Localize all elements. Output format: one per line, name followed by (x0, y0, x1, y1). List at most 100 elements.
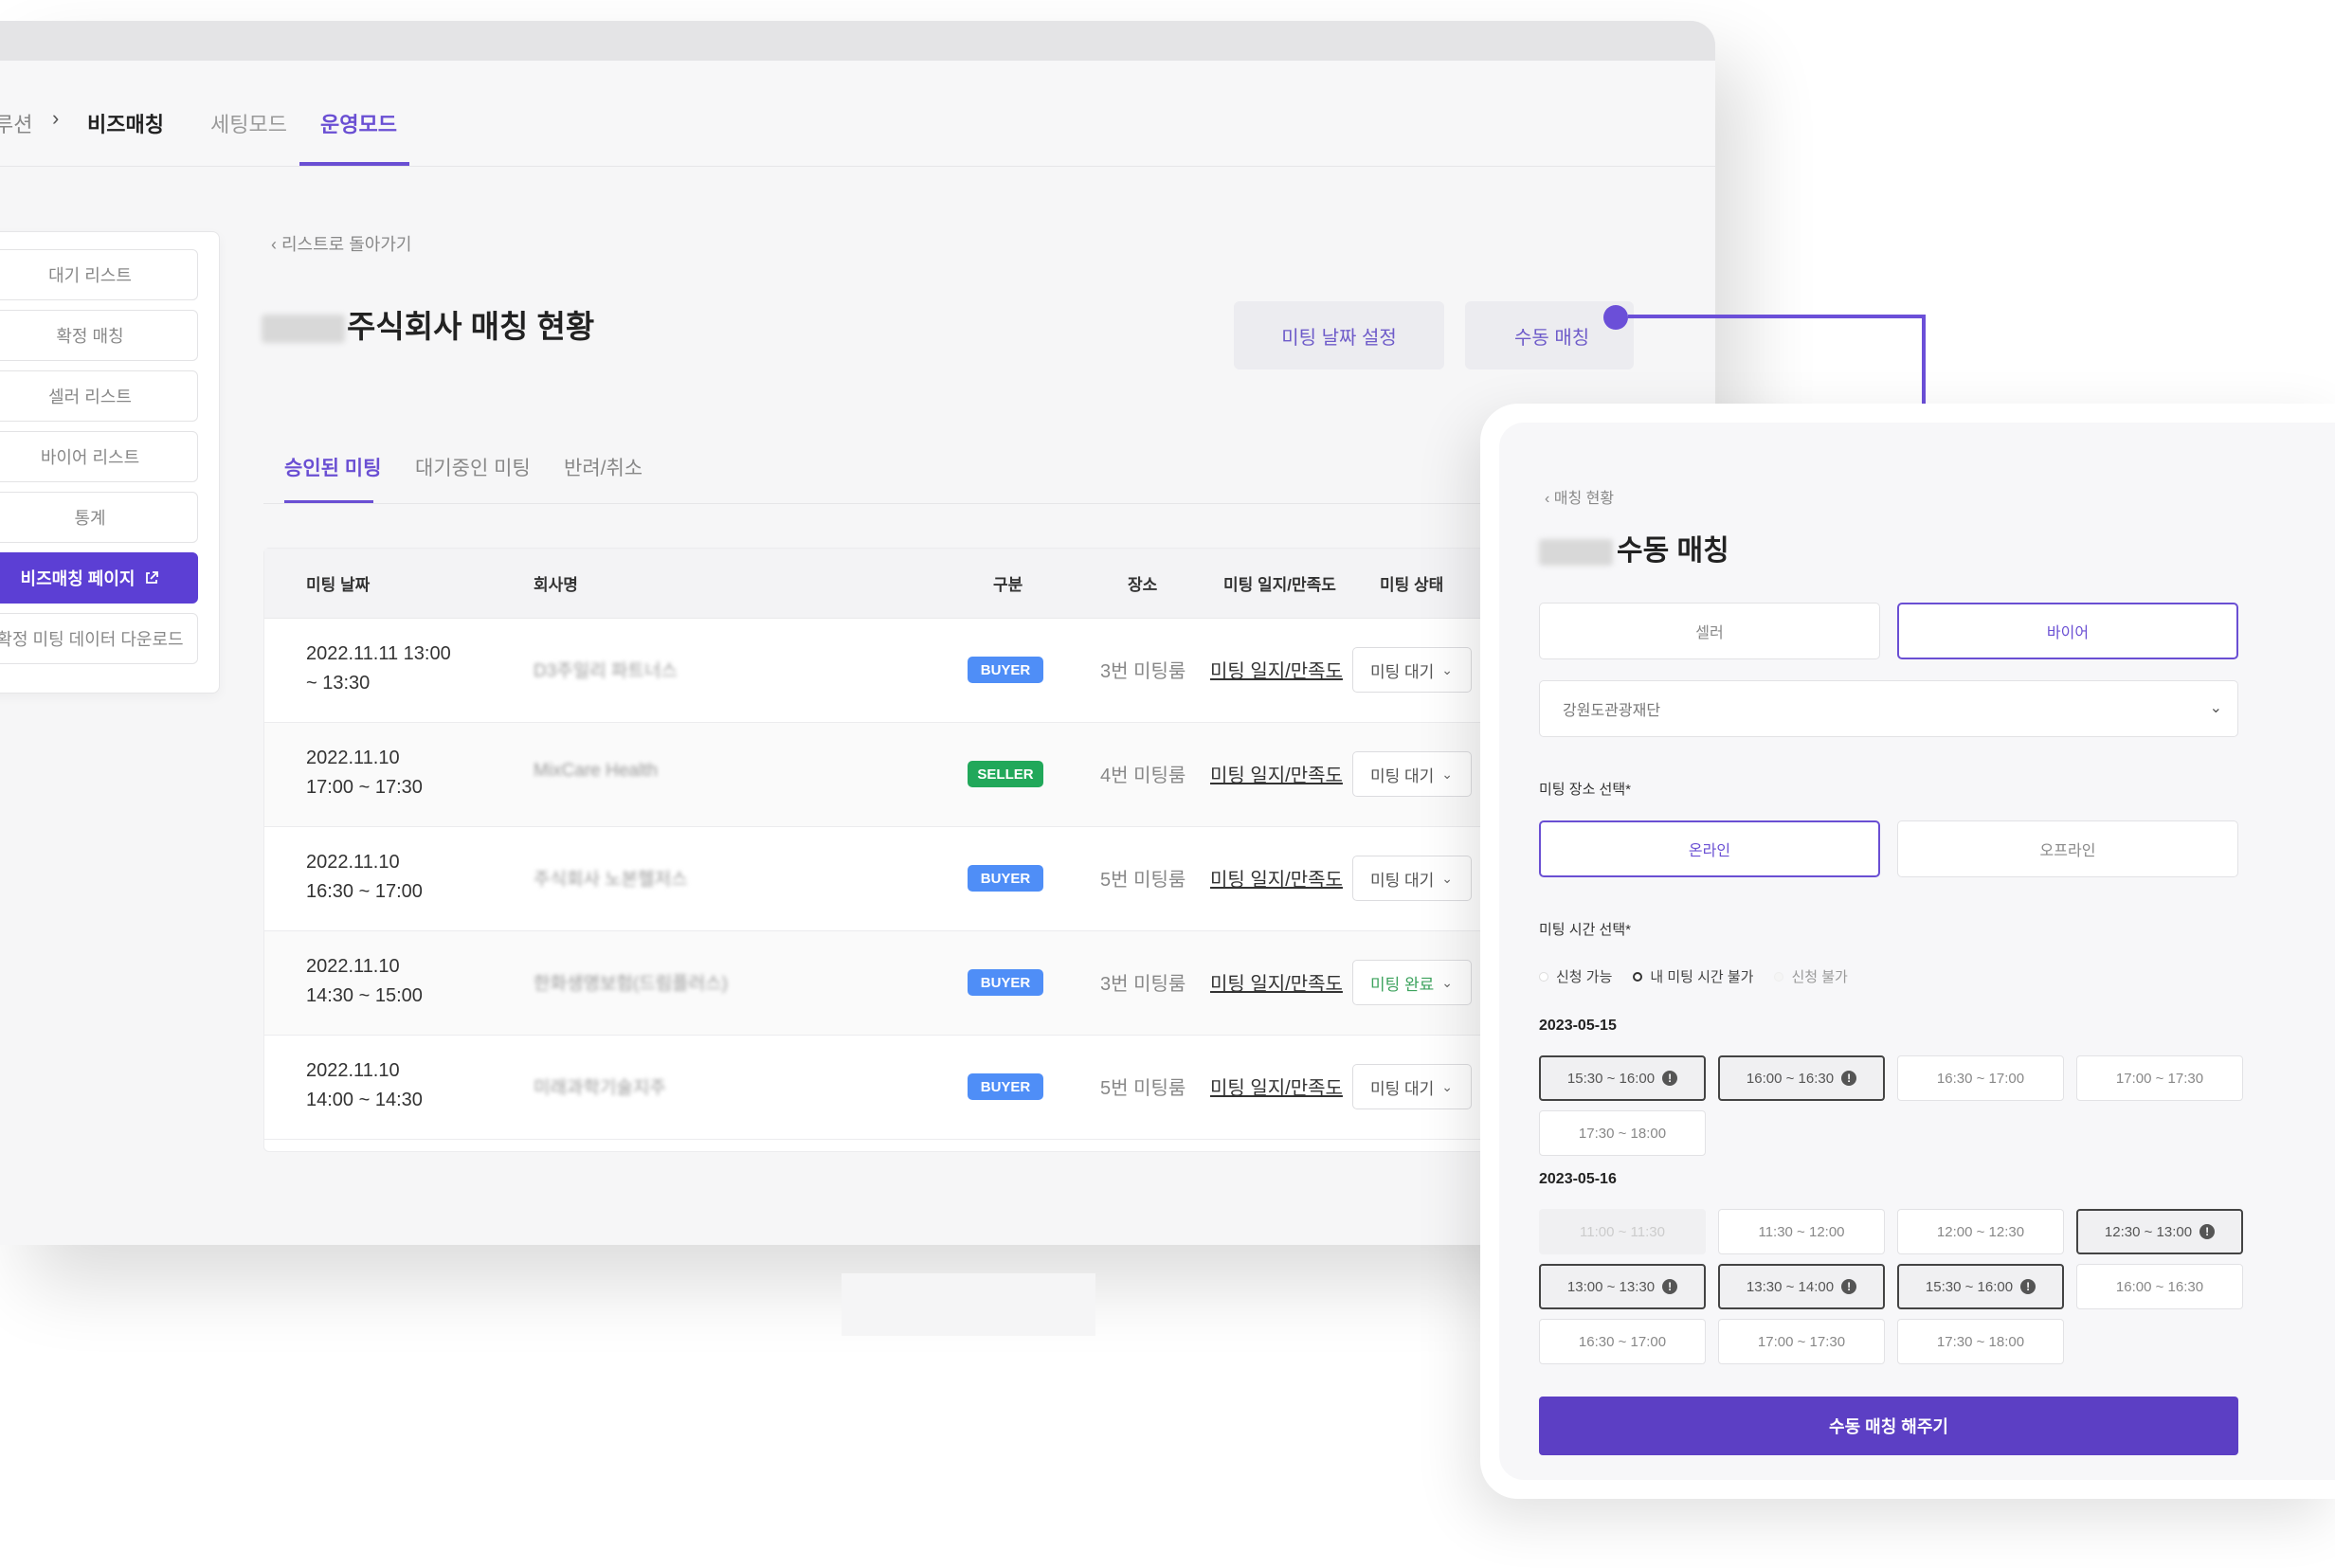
time-slot[interactable]: 16:30 ~ 17:00 (1897, 1055, 2064, 1101)
status-dropdown[interactable]: 미팅 대기 ⌄ (1352, 1064, 1472, 1109)
time-slot[interactable]: 16:30 ~ 17:00 (1539, 1319, 1706, 1364)
cell-date: 2022.11.10 14:30 ~ 15:00 (306, 956, 423, 1006)
meeting-date-setting-button[interactable]: 미팅 날짜 설정 (1234, 301, 1444, 369)
meeting-table: 미팅 날짜 회사명 구분 장소 미팅 일지/만족도 미팅 상태 2022.11.… (263, 548, 1609, 1152)
legend-available-label: 신청 가능 (1556, 969, 1613, 985)
legend-unavailable: 신청 불가 (1774, 966, 1848, 986)
top-navigation: 루션 › 비즈매칭 세팅모드 운영모드 (0, 61, 1715, 167)
active-tab-underline (299, 162, 409, 166)
organization-select[interactable]: 강원도관광재단 ⌄ (1539, 680, 2238, 737)
back-to-list-link[interactable]: ‹ 리스트로 돌아가기 (271, 231, 411, 256)
callout-dot (1603, 305, 1628, 330)
time-slot[interactable]: 16:00 ~ 16:30! (1718, 1055, 1885, 1101)
back-to-match-status-link[interactable]: ‹ 매칭 현황 (1545, 485, 1614, 508)
legend-available: 신청 가능 (1539, 966, 1612, 986)
time-slot[interactable]: 15:30 ~ 16:00! (1539, 1055, 1706, 1101)
seller-toggle[interactable]: 셀러 (1539, 603, 1880, 659)
chevron-down-icon: ⌄ (1441, 1078, 1454, 1094)
panel-title-text: 수동 매칭 (1617, 535, 1729, 567)
tab-pending-meetings[interactable]: 대기중인 미팅 (415, 453, 531, 481)
cell-date: 2022.11.10 17:00 ~ 17:30 (306, 748, 423, 798)
col-header-company: 회사명 (534, 576, 578, 594)
sidebar-item-waiting-list[interactable]: 대기 리스트 (0, 249, 198, 300)
time-slot[interactable]: 12:00 ~ 12:30 (1897, 1209, 2064, 1254)
date-heading-2: 2023-05-16 (1539, 1171, 1617, 1187)
status-dropdown[interactable]: 미팅 완료 ⌄ (1352, 960, 1472, 1005)
time-slot[interactable]: 17:00 ~ 17:30 (1718, 1319, 1885, 1364)
sidebar-item-seller-list[interactable]: 셀러 리스트 (0, 370, 198, 422)
info-icon: ! (1841, 1279, 1857, 1294)
legend-unavailable-label: 신청 불가 (1791, 969, 1848, 985)
page-title: 주식회사 매칭 현황 (262, 301, 594, 347)
time-slot-label: 15:30 ~ 16:00 (1925, 1278, 2014, 1295)
biz-page-button[interactable]: 비즈매칭 페이지 (0, 552, 198, 604)
type-badge: BUYER (968, 969, 1043, 996)
time-slot[interactable]: 17:00 ~ 17:30 (2076, 1055, 2243, 1101)
time-slot-label: 11:00 ~ 11:30 (1580, 1223, 1665, 1240)
offline-toggle[interactable]: 오프라인 (1897, 820, 2238, 877)
available-dot-icon (1539, 971, 1548, 982)
time-slot[interactable]: 12:30 ~ 13:00! (2076, 1209, 2243, 1254)
time-slot[interactable]: 17:30 ~ 18:00 (1539, 1110, 1706, 1156)
type-badge: BUYER (968, 865, 1043, 892)
breadcrumb-previous[interactable]: 루션 (0, 108, 32, 138)
time-slot[interactable]: 11:30 ~ 12:00 (1718, 1209, 1885, 1254)
type-badge: BUYER (968, 1073, 1043, 1100)
status-dropdown[interactable]: 미팅 대기 ⌄ (1352, 856, 1472, 901)
meeting-log-link[interactable]: 미팅 일지/만족도 (1210, 1072, 1343, 1100)
meeting-log-link[interactable]: 미팅 일지/만족도 (1210, 656, 1343, 683)
biz-page-label: 비즈매칭 페이지 (20, 569, 136, 588)
table-row: 2022.11.11 13:00 ~ 13:30 D3주일리 파트너스 BUYER 3… (264, 619, 1608, 723)
meeting-place-label: 미팅 장소 선택* (1539, 782, 1631, 798)
col-header-log: 미팅 일지/만족도 (1223, 576, 1336, 594)
info-icon: ! (2020, 1279, 2036, 1294)
buyer-toggle[interactable]: 바이어 (1897, 603, 2238, 659)
cell-room: 3번 미팅룸 (1100, 974, 1186, 995)
callout-line (1628, 315, 1926, 318)
cell-company: 한화생명보험(드림플러스) (534, 974, 728, 994)
download-confirmed-data-button[interactable]: 확정 미팅 데이터 다운로드 (0, 613, 198, 664)
sidebar-item-confirmed-match[interactable]: 확정 매칭 (0, 310, 198, 361)
meeting-log-link[interactable]: 미팅 일지/만족도 (1210, 864, 1343, 892)
tabs-divider (263, 503, 1609, 504)
time-slot-label: 17:00 ~ 17:30 (1757, 1333, 1846, 1350)
time-slot-label: 16:30 ~ 17:00 (1578, 1333, 1667, 1350)
my-unavailable-dot-icon (1633, 971, 1643, 982)
status-value: 미팅 대기 (1370, 871, 1435, 890)
info-icon: ! (1841, 1071, 1857, 1086)
cell-date: 2022.11.10 14:00 ~ 14:30 (306, 1060, 423, 1110)
sidebar-item-buyer-list[interactable]: 바이어 리스트 (0, 431, 198, 482)
cell-room: 3번 미팅룸 (1100, 661, 1186, 682)
time-slot[interactable]: 15:30 ~ 16:00! (1897, 1264, 2064, 1309)
legend-my-unavailable-label: 내 미팅 시간 불가 (1650, 969, 1754, 985)
tab-rejected-cancelled[interactable]: 반려/취소 (564, 453, 643, 481)
cell-date: 2022.11.10 16:30 ~ 17:00 (306, 852, 423, 902)
submit-manual-match-button[interactable]: 수동 매칭 해주기 (1539, 1397, 2238, 1455)
chevron-down-icon: ⌄ (1441, 661, 1454, 677)
meeting-log-link[interactable]: 미팅 일지/만족도 (1210, 968, 1343, 996)
time-slot[interactable]: 13:30 ~ 14:00! (1718, 1264, 1885, 1309)
time-slot-label: 13:00 ~ 13:30 (1566, 1278, 1656, 1295)
time-slot[interactable]: 17:30 ~ 18:00 (1897, 1319, 2064, 1364)
time-slot-label: 17:00 ~ 17:30 (2115, 1070, 2204, 1087)
time-slot[interactable]: 16:00 ~ 16:30 (2076, 1264, 2243, 1309)
time-slot-label: 15:30 ~ 16:00 (1566, 1070, 1656, 1087)
time-slot-label: 16:00 ~ 16:30 (2115, 1278, 2204, 1295)
status-dropdown[interactable]: 미팅 대기 ⌄ (1352, 647, 1472, 693)
tab-setting-mode[interactable]: 세팅모드 (210, 108, 287, 138)
time-slot-label: 16:30 ~ 17:00 (1936, 1070, 2025, 1087)
window-top-bar (0, 21, 1715, 61)
sidebar-item-statistics[interactable]: 통계 (0, 492, 198, 543)
online-toggle[interactable]: 온라인 (1539, 820, 1880, 877)
meeting-log-link[interactable]: 미팅 일지/만족도 (1210, 760, 1343, 787)
tab-approved-meetings[interactable]: 승인된 미팅 (284, 453, 381, 481)
tab-operate-mode[interactable]: 운영모드 (320, 108, 397, 138)
time-slot[interactable]: 13:00 ~ 13:30! (1539, 1264, 1706, 1309)
cell-room: 5번 미팅룸 (1100, 870, 1186, 891)
status-dropdown[interactable]: 미팅 대기 ⌄ (1352, 751, 1472, 797)
date-heading-1: 2023-05-15 (1539, 1018, 1617, 1034)
cell-room: 4번 미팅룸 (1100, 766, 1186, 786)
chevron-down-icon: ⌄ (2209, 700, 2222, 716)
cell-room: 5번 미팅룸 (1100, 1078, 1186, 1099)
cell-company: 주식회사 노본헬저스 (534, 870, 688, 890)
